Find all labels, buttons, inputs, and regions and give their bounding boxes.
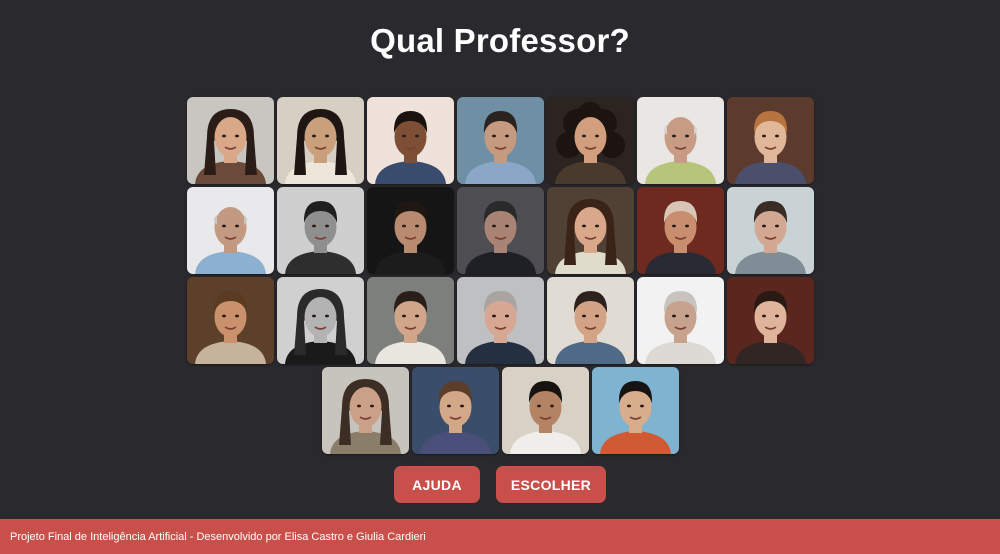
footer-text: Projeto Final de Inteligência Artificial… bbox=[10, 530, 426, 543]
choose-button[interactable]: ESCOLHER bbox=[496, 466, 606, 503]
professor-photo[interactable] bbox=[726, 97, 814, 184]
portrait-image bbox=[186, 277, 274, 364]
professor-grid bbox=[0, 97, 1000, 457]
portrait-image bbox=[546, 97, 634, 184]
professor-photo[interactable] bbox=[546, 277, 634, 364]
photo-row bbox=[0, 277, 1000, 364]
photo-row bbox=[0, 97, 1000, 184]
professor-photo[interactable] bbox=[456, 277, 544, 364]
professor-photo[interactable] bbox=[726, 277, 814, 364]
portrait-image bbox=[276, 277, 364, 364]
professor-photo[interactable] bbox=[276, 277, 364, 364]
professor-photo[interactable] bbox=[186, 277, 274, 364]
portrait-image bbox=[591, 367, 679, 454]
photo-row bbox=[0, 187, 1000, 274]
portrait-image bbox=[366, 97, 454, 184]
professor-photo[interactable] bbox=[546, 187, 634, 274]
photo-row bbox=[0, 367, 1000, 454]
footer: Projeto Final de Inteligência Artificial… bbox=[0, 519, 1000, 554]
portrait-image bbox=[636, 97, 724, 184]
page-title: Qual Professor? bbox=[370, 22, 630, 59]
portrait-image bbox=[276, 187, 364, 274]
professor-photo[interactable] bbox=[366, 97, 454, 184]
professor-photo[interactable] bbox=[546, 97, 634, 184]
professor-photo[interactable] bbox=[276, 187, 364, 274]
portrait-image bbox=[321, 367, 409, 454]
professor-photo[interactable] bbox=[186, 97, 274, 184]
professor-photo[interactable] bbox=[321, 367, 409, 454]
professor-photo[interactable] bbox=[636, 97, 724, 184]
portrait-image bbox=[276, 97, 364, 184]
professor-photo[interactable] bbox=[726, 187, 814, 274]
portrait-image bbox=[456, 97, 544, 184]
portrait-image bbox=[636, 277, 724, 364]
help-button[interactable]: AJUDA bbox=[394, 466, 480, 503]
portrait-image bbox=[456, 187, 544, 274]
professor-photo[interactable] bbox=[456, 97, 544, 184]
portrait-image bbox=[456, 277, 544, 364]
professor-photo[interactable] bbox=[186, 187, 274, 274]
portrait-image bbox=[366, 187, 454, 274]
action-buttons: AJUDA ESCOLHER bbox=[0, 466, 1000, 503]
portrait-image bbox=[186, 97, 274, 184]
portrait-image bbox=[501, 367, 589, 454]
portrait-image bbox=[726, 277, 814, 364]
professor-photo[interactable] bbox=[276, 97, 364, 184]
professor-photo[interactable] bbox=[411, 367, 499, 454]
professor-photo[interactable] bbox=[591, 367, 679, 454]
portrait-image bbox=[636, 187, 724, 274]
portrait-image bbox=[186, 187, 274, 274]
professor-photo[interactable] bbox=[636, 187, 724, 274]
portrait-image bbox=[546, 277, 634, 364]
professor-photo[interactable] bbox=[501, 367, 589, 454]
portrait-image bbox=[411, 367, 499, 454]
portrait-image bbox=[726, 187, 814, 274]
portrait-image bbox=[366, 277, 454, 364]
professor-photo[interactable] bbox=[366, 277, 454, 364]
professor-photo[interactable] bbox=[456, 187, 544, 274]
professor-photo[interactable] bbox=[636, 277, 724, 364]
professor-photo[interactable] bbox=[366, 187, 454, 274]
portrait-image bbox=[726, 97, 814, 184]
portrait-image bbox=[546, 187, 634, 274]
